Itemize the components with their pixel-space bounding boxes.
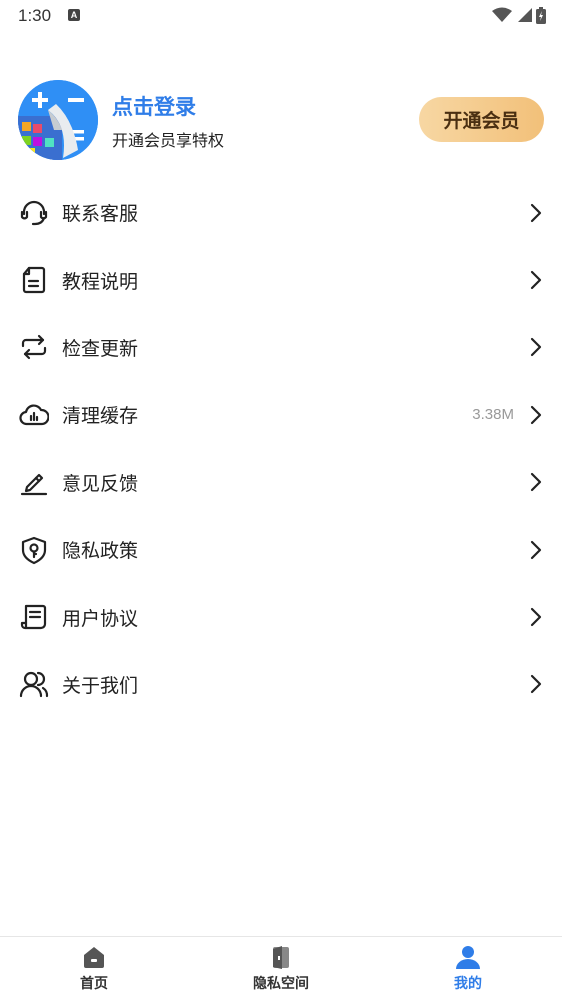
- menu-item-tutorial[interactable]: 教程说明: [0, 246, 562, 313]
- battery-icon: [536, 6, 546, 24]
- menu-item-label: 意见反馈: [62, 472, 139, 495]
- agreement-icon: [18, 601, 50, 633]
- private-space-icon: [273, 946, 289, 969]
- tab-label: 我的: [454, 976, 482, 992]
- tab-mine[interactable]: 我的: [408, 937, 528, 999]
- menu-item-about-us[interactable]: 关于我们: [0, 651, 562, 718]
- menu-item-label: 检查更新: [62, 337, 139, 360]
- status-bar: 1:30 A: [0, 0, 562, 32]
- menu-item-label: 隐私政策: [62, 540, 139, 563]
- tab-label: 隐私空间: [253, 976, 309, 992]
- chevron-right-icon: [530, 405, 542, 424]
- app-avatar[interactable]: [18, 80, 98, 160]
- status-time: 1:30: [18, 6, 52, 25]
- member-subtitle: 开通会员享特权: [112, 131, 225, 150]
- menu-item-label: 联系客服: [62, 203, 139, 226]
- user-icon: [456, 946, 480, 969]
- open-vip-button[interactable]: 开通会员: [419, 97, 544, 142]
- cloud-icon: [18, 399, 50, 431]
- chevron-right-icon: [530, 473, 542, 492]
- cache-size: 3.38M: [472, 406, 514, 424]
- menu-item-label: 用户协议: [62, 607, 139, 630]
- tab-label: 首页: [80, 976, 108, 992]
- bottom-tab-bar: 首页 隐私空间 我的: [0, 936, 562, 999]
- status-icons: [492, 6, 546, 24]
- notification-icon: A: [68, 9, 80, 21]
- menu-item-feedback[interactable]: 意见反馈: [0, 449, 562, 516]
- menu-item-check-update[interactable]: 检查更新: [0, 314, 562, 381]
- signal-icon: [518, 8, 532, 22]
- menu-item-label: 清理缓存: [62, 405, 139, 428]
- calculator-logo-icon: [18, 80, 98, 160]
- menu-item-label: 教程说明: [62, 270, 139, 293]
- wifi-icon: [492, 7, 512, 22]
- users-icon: [18, 668, 50, 700]
- tab-home[interactable]: 首页: [34, 937, 154, 999]
- settings-menu: 联系客服 教程说明 检查更新 清理缓存 3.38M 意见反馈 隐私政策 用户协议…: [0, 179, 562, 718]
- home-icon: [84, 947, 104, 968]
- chevron-right-icon: [530, 270, 542, 290]
- menu-item-user-agreement[interactable]: 用户协议: [0, 583, 562, 650]
- chevron-right-icon: [530, 203, 542, 222]
- chevron-right-icon: [530, 338, 542, 357]
- menu-item-label: 关于我们: [62, 674, 139, 697]
- menu-item-contact-support[interactable]: 联系客服: [0, 179, 562, 246]
- chevron-right-icon: [530, 540, 542, 559]
- login-link[interactable]: 点击登录: [112, 91, 196, 121]
- document-icon: [18, 264, 50, 296]
- menu-item-clear-cache[interactable]: 清理缓存 3.38M: [0, 381, 562, 448]
- tab-private-space[interactable]: 隐私空间: [221, 937, 341, 999]
- profile-header[interactable]: 点击登录 开通会员享特权 开通会员: [18, 80, 544, 162]
- pen-icon: [18, 466, 50, 498]
- headset-icon: [18, 197, 50, 229]
- refresh-icon: [18, 331, 50, 363]
- chevron-right-icon: [530, 675, 542, 694]
- chevron-right-icon: [530, 607, 542, 627]
- shield-icon: [18, 534, 50, 566]
- menu-item-privacy-policy[interactable]: 隐私政策: [0, 516, 562, 583]
